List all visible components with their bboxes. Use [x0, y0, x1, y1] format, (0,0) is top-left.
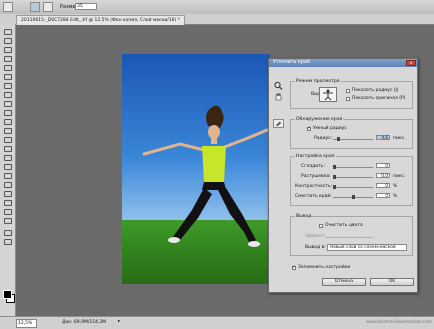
dodge-tool-icon[interactable]: [3, 145, 12, 152]
radius-input[interactable]: 4,6: [376, 135, 390, 140]
amount-label: Эффект:: [305, 234, 326, 239]
shift-edge-label: Сместить край:: [295, 194, 332, 199]
gradient-tool-icon[interactable]: [3, 127, 12, 134]
toolbox: [0, 24, 16, 316]
remember-settings-checkbox[interactable]: [292, 265, 296, 270]
lasso-tool-icon[interactable]: [3, 46, 12, 53]
shift-edge-input[interactable]: 0: [376, 193, 390, 198]
feather-label: Растушевка:: [301, 174, 331, 179]
contrast-unit: %: [393, 184, 398, 189]
close-icon[interactable]: x: [406, 60, 416, 66]
dialog-title-bar[interactable]: Уточнить край x: [269, 59, 417, 67]
refine-radius-tool-icon[interactable]: [30, 2, 40, 12]
brush-tool-preset-icon[interactable]: [3, 2, 13, 12]
radius-unit: пикс.: [393, 136, 406, 141]
options-bar: Размер: 35: [0, 0, 434, 15]
3d-rotate-tool-icon[interactable]: [3, 190, 12, 197]
hand-icon[interactable]: [273, 92, 284, 101]
show-radius-checkbox[interactable]: [346, 89, 350, 93]
jumping-woman-figure: [142, 105, 269, 247]
feather-input[interactable]: 0,0: [376, 173, 390, 178]
dialog-title: Уточнить край: [273, 60, 310, 65]
type-tool-icon[interactable]: [3, 163, 12, 170]
smooth-slider[interactable]: [333, 165, 373, 169]
watermark-text: www.bestreviewsmarket.com: [365, 320, 432, 325]
show-radius-label: Показать радиус (J): [352, 88, 399, 93]
cancel-button[interactable]: Отмена: [322, 278, 366, 286]
edge-detection-group-label: Обнаружение края: [295, 117, 344, 122]
move-tool-icon[interactable]: [3, 28, 12, 35]
crop-tool-icon[interactable]: [3, 64, 12, 71]
contrast-input[interactable]: 0: [376, 183, 390, 188]
eyedropper-tool-icon[interactable]: [3, 73, 12, 80]
show-original-checkbox[interactable]: [346, 97, 350, 101]
blur-tool-icon[interactable]: [3, 136, 12, 143]
edge-detection-group: Обнаружение края Умный радиус Радиус: 4,…: [290, 117, 413, 149]
brush-tool-icon[interactable]: [3, 91, 12, 98]
healing-brush-tool-icon[interactable]: [3, 82, 12, 89]
smooth-label: Сгладить:: [301, 164, 325, 169]
smooth-input[interactable]: 0: [376, 163, 390, 168]
eraser-tool-icon[interactable]: [3, 118, 12, 125]
3d-camera-tool-icon[interactable]: [3, 199, 12, 206]
shift-edge-slider-knob[interactable]: [352, 195, 355, 199]
size-input[interactable]: 35: [75, 3, 97, 10]
document-info: Док: 69,9M/154,3M: [62, 320, 107, 325]
smooth-slider-knob[interactable]: [333, 165, 336, 169]
screen-mode-icon[interactable]: [3, 238, 12, 245]
smart-radius-checkbox[interactable]: [307, 126, 311, 131]
smart-radius-label: Умный радиус: [313, 126, 347, 131]
view-figure-icon: [323, 89, 333, 101]
document-tab-bar: 20110615-_DSC7284 Edit_.tif @ 12,5% (Фон…: [0, 14, 434, 25]
quick-selection-tool-icon[interactable]: [3, 55, 12, 62]
contrast-label: Контрастность:: [295, 184, 333, 189]
output-group-label: Вывод: [295, 214, 313, 219]
refine-edge-dialog: Уточнить край x Режим просмотра Вид: Пок…: [268, 58, 418, 293]
decontaminate-colors-checkbox[interactable]: [319, 224, 323, 228]
shape-tool-icon[interactable]: [3, 181, 12, 188]
shift-edge-slider[interactable]: [333, 195, 373, 199]
erase-refinements-tool-icon[interactable]: [43, 2, 53, 12]
radius-slider[interactable]: [333, 137, 373, 141]
decontaminate-colors-label: Очистить цвета: [325, 223, 363, 228]
view-mode-group: Режим просмотра Вид: Показать радиус (J)…: [290, 79, 413, 109]
zoom-icon[interactable]: [273, 81, 284, 90]
amount-slider[interactable]: [325, 237, 373, 238]
zoom-tool-icon[interactable]: [3, 217, 12, 224]
zoom-level-field[interactable]: 12,5%: [16, 319, 37, 328]
output-to-select[interactable]: Новый слой со слоем-маской: [327, 244, 407, 251]
quick-mask-icon[interactable]: [3, 229, 12, 236]
ok-button[interactable]: OK: [370, 278, 414, 286]
status-menu-arrow-icon[interactable]: ▸: [118, 319, 120, 324]
view-mode-thumbnail[interactable]: [319, 87, 337, 102]
output-group: Вывод Очистить цвета Эффект: Вывод в: Но…: [290, 214, 413, 256]
refine-radius-tool-icon[interactable]: [273, 119, 284, 128]
feather-slider-knob[interactable]: [333, 175, 336, 179]
shift-edge-unit: %: [393, 194, 398, 199]
document-tab[interactable]: 20110615-_DSC7284 Edit_.tif @ 12,5% (Фон…: [16, 15, 185, 25]
history-brush-tool-icon[interactable]: [3, 109, 12, 116]
photo-canvas[interactable]: [122, 54, 270, 284]
output-to-label: Вывод в:: [305, 245, 326, 250]
contrast-slider[interactable]: [333, 185, 373, 189]
adjust-edge-group-label: Настройка края: [295, 154, 336, 159]
output-to-value: Новый слой со слоем-маской: [330, 245, 396, 250]
clone-stamp-tool-icon[interactable]: [3, 100, 12, 107]
view-mode-group-label: Режим просмотра: [295, 79, 341, 84]
radius-slider-knob[interactable]: [337, 137, 340, 141]
foreground-color-swatch[interactable]: [3, 290, 12, 299]
adjust-edge-group: Настройка края Сгладить: 0 Растушевка: 0…: [290, 154, 413, 206]
pen-tool-icon[interactable]: [3, 154, 12, 161]
feather-unit: пикс.: [393, 174, 406, 179]
path-selection-tool-icon[interactable]: [3, 172, 12, 179]
status-bar: 12,5% Док: 69,9M/154,3M ▸ www.bestreview…: [0, 316, 434, 329]
remember-settings-label: Запомнить настройки: [298, 265, 351, 270]
hand-tool-icon[interactable]: [3, 208, 12, 215]
show-original-label: Показать оригинал (P): [352, 96, 406, 101]
marquee-tool-icon[interactable]: [3, 37, 12, 44]
contrast-slider-knob[interactable]: [333, 185, 336, 189]
radius-label: Радиус:: [314, 136, 333, 141]
feather-slider[interactable]: [333, 175, 373, 179]
